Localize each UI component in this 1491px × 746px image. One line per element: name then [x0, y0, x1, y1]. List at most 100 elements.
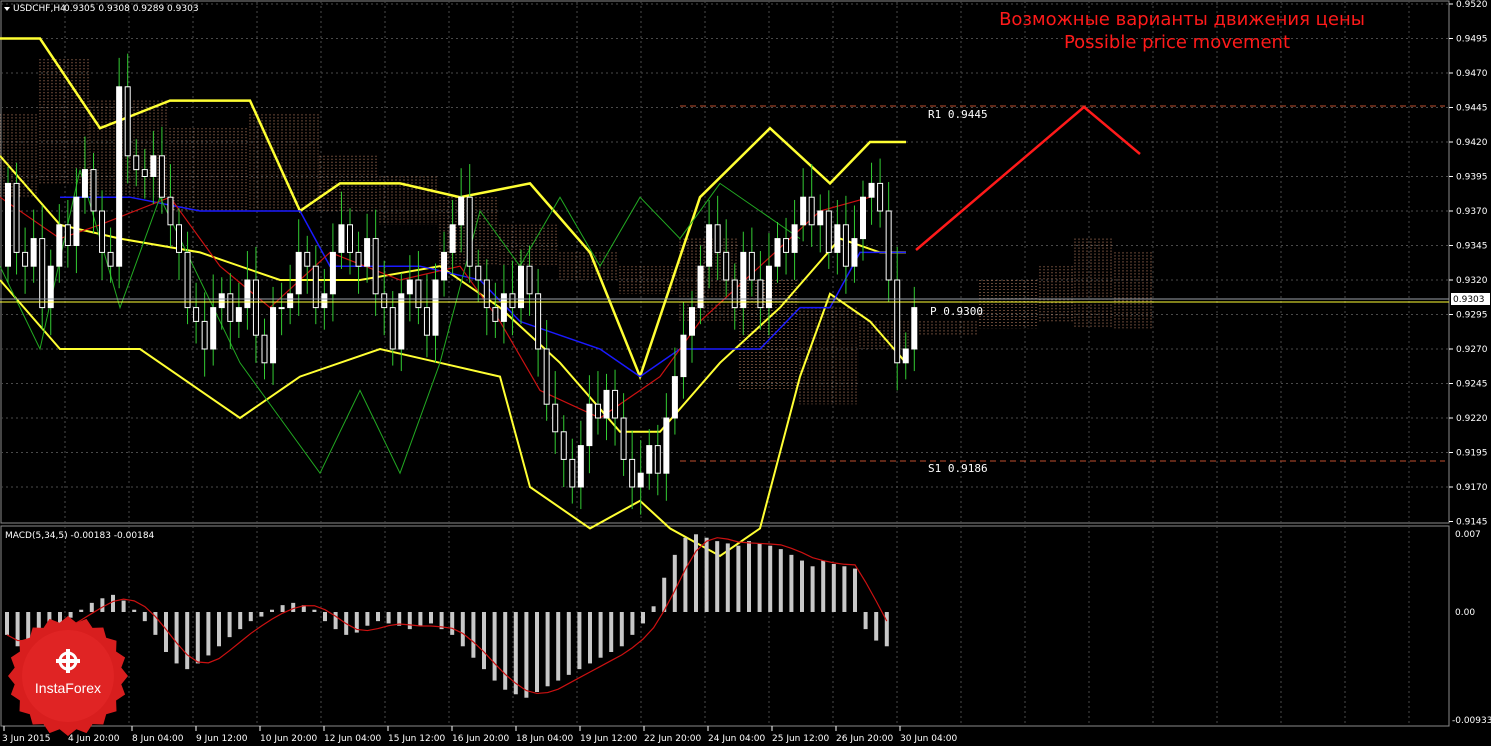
candle-body — [860, 196, 866, 240]
macd-bar — [450, 612, 455, 635]
candle-body — [663, 417, 670, 474]
candle-body — [877, 182, 884, 212]
candle-body — [654, 445, 661, 474]
macd-bar — [386, 612, 391, 624]
price-tick-label: 0.9220 — [1456, 414, 1488, 424]
candle-body — [193, 307, 200, 322]
macd-bar — [566, 612, 571, 675]
instaforex-logo: InstaForex — [8, 616, 128, 736]
candle-body — [73, 196, 80, 246]
pivot-label: P 0.9300 — [930, 305, 983, 318]
macd-bar — [376, 612, 380, 622]
macd-bar — [471, 612, 476, 658]
macd-bar — [577, 612, 582, 670]
r1-label: R1 0.9445 — [928, 108, 988, 121]
macd-bar — [672, 554, 677, 612]
macd-bar — [524, 612, 529, 698]
time-tick-label: 4 Jun 20:00 — [68, 734, 120, 744]
candle-body — [107, 251, 114, 267]
price-tick-label: 0.9345 — [1456, 242, 1488, 252]
macd-bar — [323, 612, 327, 622]
candle-body — [99, 210, 106, 253]
candle-body — [475, 265, 482, 281]
price-tick-label: 0.9320 — [1456, 276, 1488, 286]
candle-body — [218, 293, 225, 309]
macd-bar — [545, 612, 550, 687]
candle-body — [338, 224, 345, 253]
price-tick-label: 0.9170 — [1456, 483, 1488, 493]
macd-bar — [768, 545, 773, 612]
price-tick-label: 0.9195 — [1456, 449, 1488, 459]
price-tick-label: 0.9245 — [1456, 380, 1488, 390]
price-tick-label: 0.9520 — [1456, 0, 1488, 10]
macd-bar — [270, 609, 274, 612]
macd-bar — [407, 612, 412, 630]
candle-body — [133, 155, 140, 171]
macd-bar — [619, 612, 624, 647]
macd-bar — [863, 612, 868, 630]
candle-body — [372, 238, 379, 295]
time-tick-label: 12 Jun 04:00 — [324, 734, 381, 744]
candle-body — [723, 251, 730, 281]
candle-body — [894, 279, 901, 364]
candle-body — [278, 307, 285, 310]
macd-bar — [100, 598, 105, 612]
candle-body — [603, 389, 610, 419]
chart-menu-triangle-icon[interactable] — [4, 7, 10, 11]
price-tick-label: 0.9295 — [1456, 311, 1488, 321]
macd-bar — [789, 554, 794, 612]
macd-bar — [259, 612, 264, 617]
candle-body — [235, 307, 242, 322]
candle-body — [774, 238, 781, 267]
candle-body — [90, 169, 97, 212]
chart-symbol: USDCHF,H4 — [13, 4, 66, 14]
time-tick-label: 16 Jun 20:00 — [452, 734, 509, 744]
candle-body — [244, 279, 251, 309]
macd-bar — [248, 612, 253, 622]
candle-body — [295, 251, 302, 295]
candle-body — [509, 293, 516, 309]
candle-body — [757, 279, 764, 309]
macd-bar — [132, 609, 137, 612]
time-tick-label: 18 Jun 04:00 — [516, 734, 573, 744]
candle-body — [714, 224, 721, 253]
candle-body — [261, 334, 268, 364]
macd-bar — [365, 612, 370, 626]
candle-body — [176, 224, 182, 253]
logo-text: InstaForex — [35, 680, 101, 696]
macd-bar — [704, 537, 709, 612]
macd-bar — [460, 612, 465, 647]
trading-chart[interactable]: R1 0.9445 P 0.9300 S1 0.9186 Возможные в… — [0, 0, 1491, 746]
candle-body — [13, 182, 20, 253]
candle-body — [449, 224, 456, 253]
candle-body — [201, 320, 208, 350]
time-tick-label: 19 Jun 12:00 — [580, 734, 637, 744]
macd-bar — [68, 612, 73, 618]
candle-body — [466, 196, 473, 267]
macd-bar — [810, 566, 815, 612]
candle-body — [22, 251, 29, 267]
candle-body — [304, 251, 311, 267]
macd-header: MACD(5,34,5) -0.00183 -0.00184 — [5, 531, 155, 541]
candle-body — [287, 293, 294, 309]
candle-body — [594, 403, 601, 419]
macd-axis-bottom: -0.00933 — [1452, 716, 1491, 726]
macd-bar — [482, 612, 486, 670]
price-tick-label: 0.9470 — [1456, 69, 1488, 79]
macd-bar — [535, 612, 539, 692]
macd-histogram — [5, 534, 889, 698]
candle-body — [81, 169, 88, 198]
candle-body — [406, 279, 413, 295]
candle-body — [834, 224, 841, 253]
price-tick-label: 0.9395 — [1456, 173, 1488, 183]
macd-bar — [195, 612, 200, 664]
macd-bar — [142, 612, 147, 622]
candle-body — [697, 265, 704, 309]
candle-body — [227, 293, 234, 322]
time-tick-label: 3 Jun 2015 — [2, 734, 50, 744]
candle-body — [389, 307, 396, 350]
macd-bar — [715, 541, 720, 612]
candle-body — [39, 238, 46, 309]
macd-bar — [206, 612, 211, 656]
candle-body — [415, 279, 422, 309]
